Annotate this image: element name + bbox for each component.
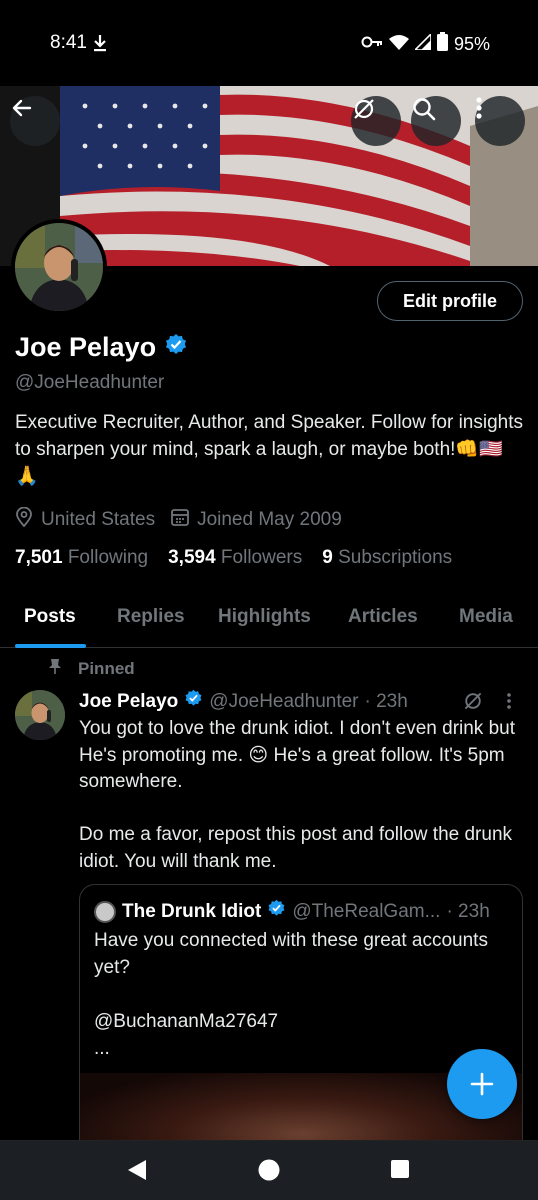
post-author-name[interactable]: Joe Pelayo <box>79 691 178 713</box>
wifi-icon <box>388 34 409 55</box>
edit-profile-button[interactable]: Edit profile <box>377 281 523 321</box>
profile-name: Joe Pelayo <box>15 332 157 362</box>
pin-icon <box>48 658 62 679</box>
post-author-handle: @JoeHeadhunter <box>209 690 359 712</box>
profile-tabs: Posts Replies Highlights Articles Media <box>0 596 538 648</box>
nav-home-icon[interactable] <box>258 1159 280 1186</box>
active-tab-indicator <box>15 644 86 648</box>
more-options-button[interactable] <box>475 96 525 146</box>
search-button[interactable] <box>411 96 461 146</box>
search-icon <box>413 98 436 121</box>
subscriptions-count[interactable]: 9 Subscriptions <box>322 547 452 569</box>
tab-media[interactable]: Media <box>459 606 513 628</box>
download-icon <box>92 34 108 57</box>
profile-avatar[interactable] <box>11 219 107 315</box>
location-icon <box>15 506 33 533</box>
profile-joined-date: Joined May 2009 <box>197 509 342 530</box>
more-vertical-icon <box>476 97 482 119</box>
quoted-post[interactable]: The Drunk Idiot @TheRealGam... · 23h Hav… <box>79 884 523 1174</box>
pinned-label: Pinned <box>48 658 135 679</box>
quote-author-handle: @TheRealGam... <box>292 900 441 922</box>
tab-replies[interactable]: Replies <box>117 606 185 628</box>
calendar-icon <box>171 508 189 532</box>
verified-badge-icon[interactable] <box>164 333 188 362</box>
quote-author-name: The Drunk Idiot <box>122 900 262 922</box>
post-more-icon[interactable] <box>506 692 512 715</box>
tab-highlights[interactable]: Highlights <box>218 606 311 628</box>
profile-bio: Executive Recruiter, Author, and Speaker… <box>15 412 523 487</box>
battery-icon <box>436 32 448 56</box>
verified-badge-icon <box>267 899 286 924</box>
battery-percent: 95% <box>453 33 490 54</box>
profile-handle: @JoeHeadhunter <box>15 372 165 393</box>
profile-location: United States <box>41 509 156 530</box>
grok-button[interactable] <box>351 96 401 146</box>
compose-button[interactable] <box>447 1049 517 1119</box>
plus-icon <box>470 1072 494 1096</box>
vpn-key-icon <box>361 35 383 54</box>
status-time: 8:41 <box>50 32 87 53</box>
followers-count[interactable]: 3,594 Followers <box>168 547 302 569</box>
grok-icon <box>354 99 374 119</box>
tab-articles[interactable]: Articles <box>348 606 418 628</box>
system-nav-bar <box>0 1140 538 1200</box>
back-button[interactable] <box>10 96 60 146</box>
grok-icon[interactable] <box>462 690 484 717</box>
post-text: You got to love the drunk idiot. I don't… <box>79 718 515 872</box>
post-time: · 23h <box>364 690 408 712</box>
nav-back-icon[interactable] <box>126 1159 148 1186</box>
verified-badge-icon <box>184 689 203 714</box>
quote-time: · 23h <box>446 900 490 922</box>
nav-recents-icon[interactable] <box>390 1159 410 1184</box>
quote-avatar <box>94 900 116 923</box>
post-avatar[interactable] <box>15 690 65 740</box>
post-header: Joe Pelayo @JoeHeadhunter · 23h <box>79 689 408 714</box>
following-count[interactable]: 7,501 Following <box>15 547 148 569</box>
quote-text: Have you connected with these great acco… <box>94 930 488 1059</box>
status-bar: 8:41 95% <box>0 0 538 86</box>
arrow-left-icon <box>12 99 32 117</box>
tab-posts[interactable]: Posts <box>24 606 76 628</box>
signal-icon <box>413 31 432 55</box>
